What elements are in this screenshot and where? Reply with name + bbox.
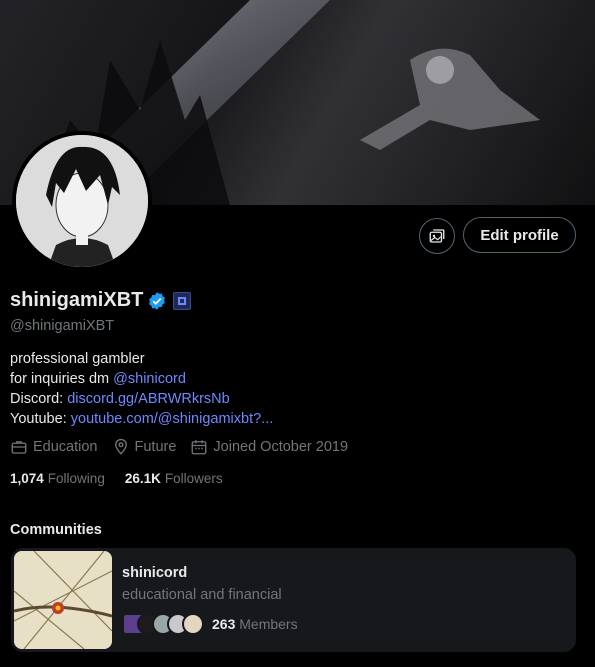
meta-category: Education [10,438,98,456]
meta-category-label: Education [33,439,98,455]
community-members: 263 Members [122,613,298,635]
display-name: shinigamiXBT [10,289,144,311]
location-pin-icon [114,438,127,455]
media-gallery-button[interactable] [419,218,455,254]
bio-line-3: Discord: discord.gg/ABRWRkrsNb [10,389,273,409]
bio-text: Youtube: [10,411,71,427]
bio-line-1: professional gambler [10,351,145,367]
community-name[interactable]: shinicord [122,565,187,581]
affiliate-badge-icon[interactable] [173,291,192,310]
followers-link[interactable]: 26.1K Followers [125,471,223,486]
bio-line-2: for inquiries dm @shinicord [10,369,273,389]
community-description: educational and financial [122,587,282,603]
followers-label: Followers [164,471,223,486]
member-avatar [182,613,204,635]
verified-badge-icon[interactable] [147,291,167,311]
youtube-link[interactable]: youtube.com/@shinigamixbt?... [71,411,274,427]
profile-name-row: shinigamiXBT [10,289,192,312]
bio-text: Discord: [10,391,68,407]
edit-profile-button[interactable]: Edit profile [463,217,576,253]
members-label: Members [239,616,298,632]
profile-avatar[interactable] [12,131,152,271]
members-count: 263 Members [212,616,298,632]
media-gallery-icon [429,229,445,243]
bio-line-4: Youtube: youtube.com/@shinigamixbt?... [10,409,273,429]
meta-joined-label: Joined October 2019 [213,439,349,455]
briefcase-icon [11,441,27,454]
community-thumbnail [14,551,112,649]
meta-joined: Joined October 2019 [190,438,348,456]
profile-handle: @shinigamiXBT [10,318,115,334]
followers-count: 26.1K [124,471,161,486]
following-count: 1,074 [10,471,44,486]
community-card[interactable]: shinicord educational and financial 263 … [11,548,576,652]
discord-link[interactable]: discord.gg/ABRWRkrsNb [67,391,230,407]
profile-meta: Education Future Joined October 2019 [10,438,362,456]
avatar-portrait [16,135,148,267]
meta-location: Future [112,438,177,456]
following-link[interactable]: 1,074 Following [10,471,105,486]
calendar-icon [191,440,207,455]
following-label: Following [47,471,105,486]
bio-text: for inquiries dm [10,371,114,387]
mention-link[interactable]: @shinicord [113,371,186,387]
follow-stats: 1,074 Following 26.1K Followers [10,471,243,486]
members-number: 263 [212,616,236,632]
meta-location-label: Future [134,439,177,455]
profile-bio: professional gambler for inquiries dm @s… [10,349,273,429]
communities-heading: Communities [10,522,102,538]
